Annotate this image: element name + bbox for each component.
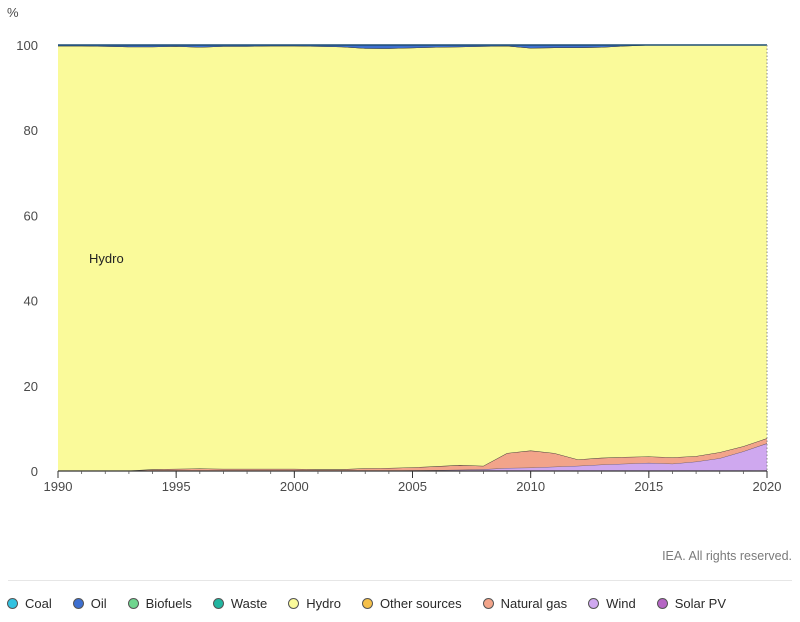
legend-swatch-icon xyxy=(127,598,139,609)
legend-swatch-icon xyxy=(7,598,18,609)
legend-swatch-icon xyxy=(482,598,494,609)
legend-item-other-sources[interactable]: Other sources xyxy=(361,596,462,611)
legend-label: Oil xyxy=(90,596,107,611)
legend-swatch-icon xyxy=(72,598,84,609)
legend-swatch-icon xyxy=(212,598,224,609)
y-tick-label: 80 xyxy=(24,123,38,138)
x-tick-label: 2005 xyxy=(398,479,427,494)
annotation-hydro: Hydro xyxy=(89,251,124,266)
credit-text: IEA. All rights reserved. xyxy=(662,549,792,563)
legend-swatch-icon xyxy=(361,598,373,609)
x-tick-label: 2000 xyxy=(280,479,309,494)
legend-label: Other sources xyxy=(379,596,462,611)
y-tick-label: 0 xyxy=(31,464,38,479)
x-tick-label: 1990 xyxy=(44,479,73,494)
area-hydro xyxy=(58,45,767,471)
legend-item-coal[interactable]: Coal xyxy=(7,596,52,611)
y-tick-label: 20 xyxy=(24,379,38,394)
x-tick-label: 2015 xyxy=(634,479,663,494)
legend-item-wind[interactable]: Wind xyxy=(588,596,636,611)
legend-label: Waste xyxy=(230,596,268,611)
x-tick-label: 2010 xyxy=(516,479,545,494)
legend-item-oil[interactable]: Oil xyxy=(72,596,107,611)
legend-label: Coal xyxy=(25,596,52,611)
legend-item-waste[interactable]: Waste xyxy=(212,596,268,611)
y-tick-label: 100 xyxy=(16,38,38,53)
legend-item-solar-pv[interactable]: Solar PV xyxy=(656,596,727,611)
legend-item-natural-gas[interactable]: Natural gas xyxy=(482,596,568,611)
stacked-area-chart: 0 20 40 60 80 100% 1990 1995 2000 2005 2010 2015 202… xyxy=(7,5,782,494)
x-tick-label: 2020 xyxy=(753,479,782,494)
y-axis-label: % xyxy=(7,5,19,20)
y-tick-label: 40 xyxy=(24,294,38,309)
legend-item-hydro[interactable]: Hydro xyxy=(288,596,341,611)
legend-label: Wind xyxy=(606,596,636,611)
x-tick-label: 1995 xyxy=(162,479,191,494)
legend-swatch-icon xyxy=(288,598,300,609)
legend-label: Hydro xyxy=(306,596,341,611)
legend-label: Natural gas xyxy=(500,596,568,611)
legend-item-biofuels[interactable]: Biofuels xyxy=(127,596,192,611)
chart-legend: Coal Oil Biofuels Waste Hydro Other sources Na… xyxy=(7,596,747,611)
y-tick-label: 60 xyxy=(24,208,38,223)
legend-label: Biofuels xyxy=(145,596,192,611)
legend-swatch-icon xyxy=(588,598,600,609)
legend-label: Solar PV xyxy=(674,596,727,611)
legend-swatch-icon xyxy=(656,598,668,609)
legend-divider xyxy=(8,580,792,581)
